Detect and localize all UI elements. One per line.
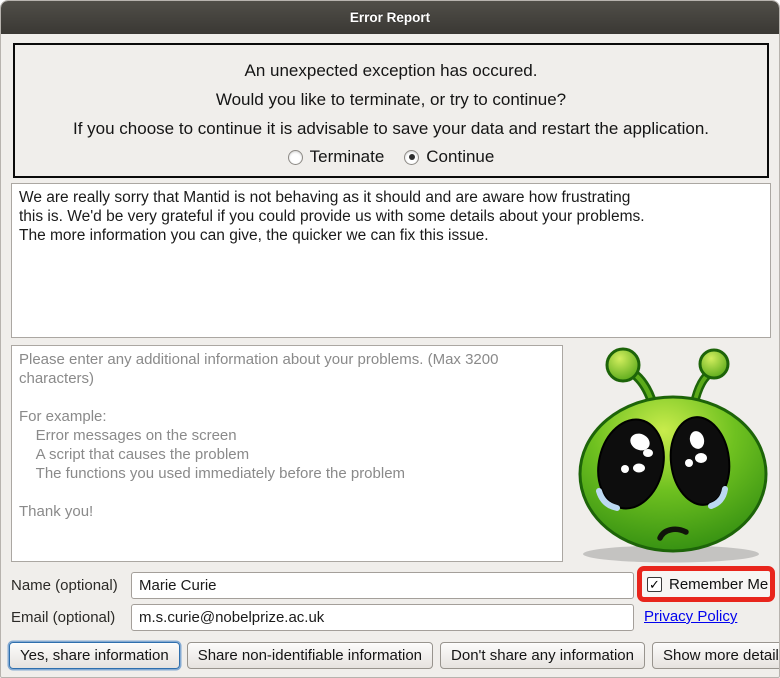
remember-me-label[interactable]: Remember Me <box>669 576 768 593</box>
radio-terminate-circle-icon[interactable] <box>287 149 303 165</box>
window-title: Error Report <box>349 10 431 25</box>
show-more-details-button[interactable]: Show more details <box>651 642 779 669</box>
title-bar[interactable]: Error Report <box>1 1 779 34</box>
exception-message-box: An unexpected exception has occured. Wou… <box>13 43 769 178</box>
name-input[interactable] <box>131 572 634 599</box>
error-report-dialog: Error Report An unexpected exception has… <box>0 0 780 678</box>
details-textarea[interactable]: Please enter any additional information … <box>11 345 563 562</box>
details-placeholder-text: Please enter any additional information … <box>19 351 499 520</box>
apology-message-area[interactable]: We are really sorry that Mantid is not b… <box>11 183 771 338</box>
privacy-policy-link[interactable]: Privacy Policy <box>644 608 737 625</box>
terminate-continue-radio-group: Terminate Continue <box>287 147 494 167</box>
exception-line-3: If you choose to continue it is advisabl… <box>73 119 709 138</box>
radio-terminate[interactable]: Terminate <box>287 147 385 167</box>
radio-continue-label: Continue <box>426 147 495 166</box>
exception-line-1: An unexpected exception has occured. <box>244 61 538 80</box>
dialog-button-row: Yes, share information Share non-identif… <box>9 642 779 669</box>
email-input[interactable] <box>131 604 634 631</box>
email-field-label: Email (optional) <box>11 609 116 626</box>
remember-me-highlight: ✓ Remember Me <box>637 566 775 602</box>
sad-alien-image <box>573 341 773 566</box>
radio-continue[interactable]: Continue <box>404 147 494 167</box>
exception-line-2: Would you like to terminate, or try to c… <box>215 90 567 109</box>
radio-terminate-label: Terminate <box>309 147 385 166</box>
share-non-identifiable-button[interactable]: Share non-identifiable information <box>186 642 434 669</box>
radio-continue-circle-icon[interactable] <box>404 149 420 165</box>
checkmark-icon: ✓ <box>649 576 660 592</box>
name-field-label: Name (optional) <box>11 577 118 594</box>
dont-share-button[interactable]: Don't share any information <box>440 642 645 669</box>
yes-share-information-button[interactable]: Yes, share information <box>9 642 180 669</box>
remember-me-checkbox[interactable]: ✓ <box>647 576 662 592</box>
